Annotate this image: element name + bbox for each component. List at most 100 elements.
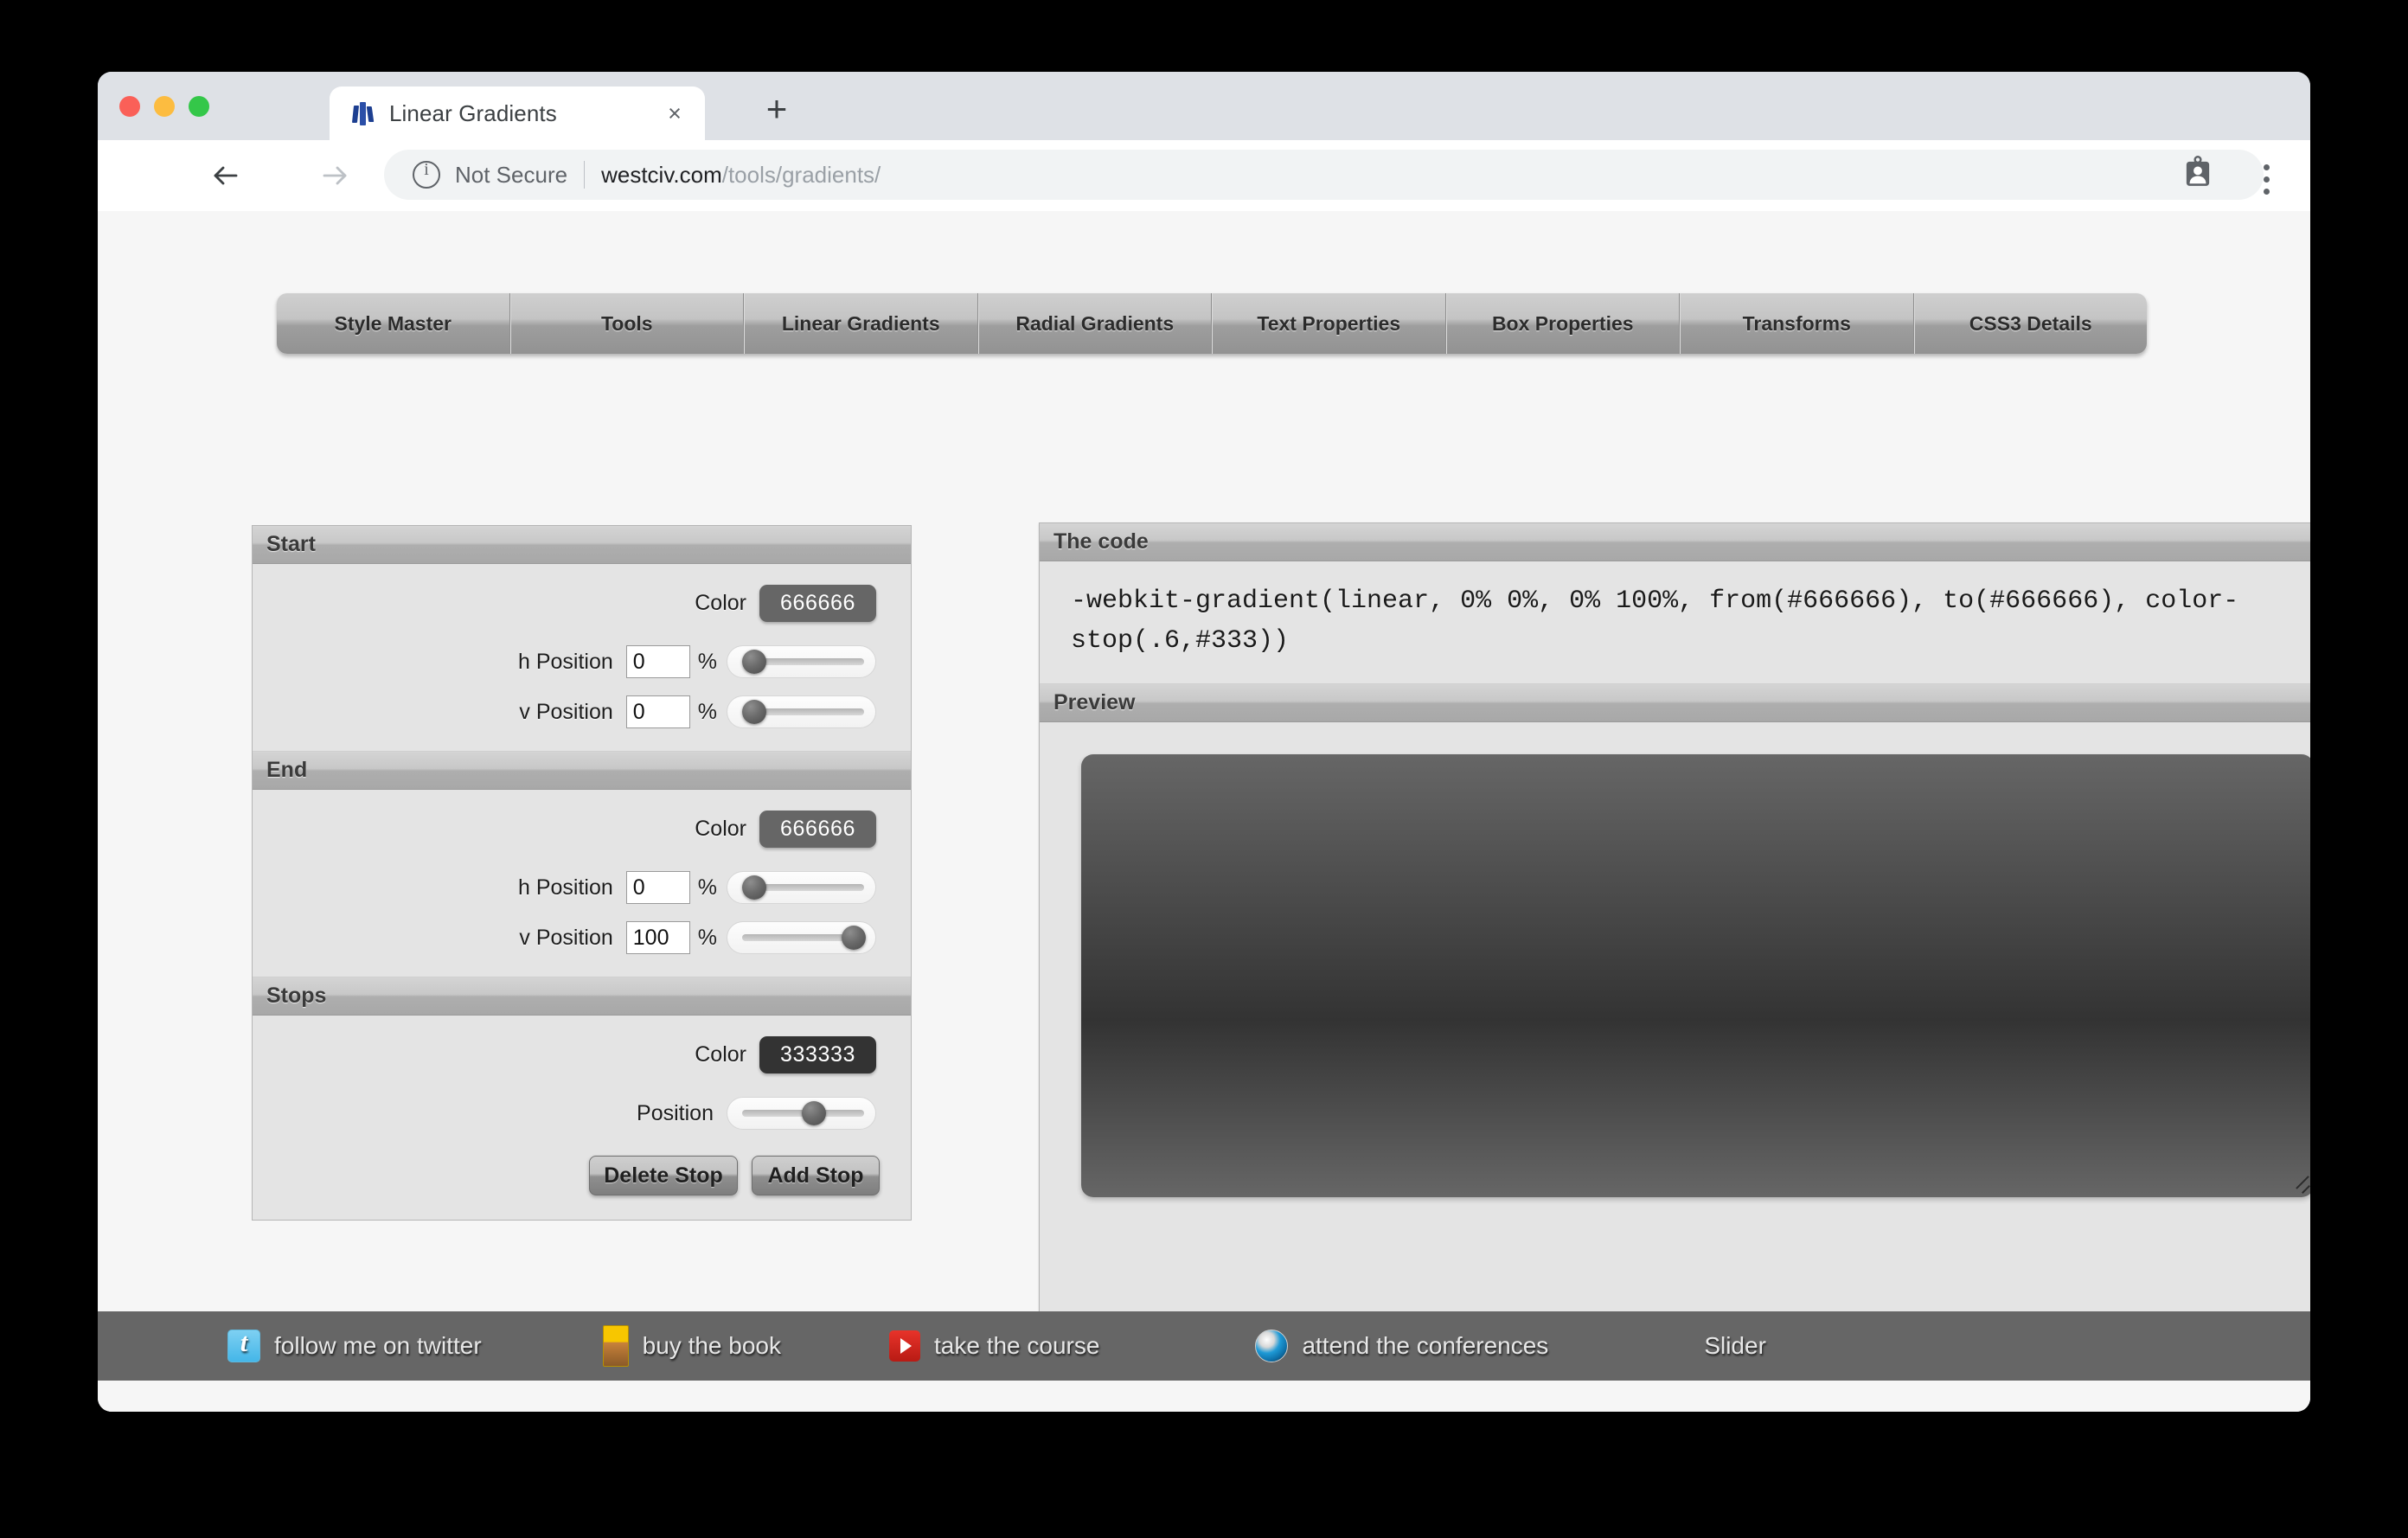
nav-item-box-properties[interactable]: Box Properties: [1445, 293, 1680, 354]
start-h-position-row: h Position 0 %: [253, 645, 911, 678]
start-v-position-input[interactable]: 0: [625, 695, 690, 728]
more-options-icon[interactable]: [2245, 155, 2287, 196]
preview-panel-title: Preview: [1054, 690, 1136, 715]
profile-badge-icon[interactable]: [2180, 155, 2221, 196]
nav-label: Transforms: [1742, 311, 1851, 335]
end-h-position-value: 0: [632, 875, 645, 900]
footer-link-conferences[interactable]: attend the conferences: [1255, 1330, 1548, 1362]
output-column: The code -webkit-gradient(linear, 0% 0%,…: [1039, 522, 2310, 1327]
nav-label: Linear Gradients: [781, 311, 940, 335]
slider-thumb[interactable]: [802, 1101, 826, 1125]
percent-symbol: %: [697, 649, 717, 674]
nav-item-transforms[interactable]: Transforms: [1680, 293, 1914, 354]
nav-label: Box Properties: [1491, 311, 1634, 335]
end-h-position-slider[interactable]: [727, 871, 876, 904]
end-color-value: 666666: [779, 817, 856, 841]
forward-icon[interactable]: [314, 155, 355, 196]
stops-color-value: 333333: [779, 1042, 856, 1067]
twitter-icon: [227, 1327, 260, 1362]
end-panel-header: End: [253, 751, 911, 790]
end-h-position-row: h Position 0 %: [253, 871, 911, 904]
start-h-position-slider[interactable]: [727, 645, 876, 678]
url-host: westciv.com: [601, 161, 722, 188]
nav-item-style-master[interactable]: Style Master: [277, 293, 510, 354]
stops-panel-body: Color 333333 Position Delete Stop Add St…: [253, 1016, 911, 1220]
slider-thumb[interactable]: [742, 650, 766, 674]
stops-color-row: Color 333333: [253, 1036, 911, 1073]
generated-css-code[interactable]: -webkit-gradient(linear, 0% 0%, 0% 100%,…: [1071, 582, 2310, 661]
window-bottom-strip: [98, 1381, 2310, 1412]
nav-item-css3-details[interactable]: CSS3 Details: [1913, 293, 2147, 354]
start-color-swatch[interactable]: 666666: [759, 585, 876, 622]
gradient-settings-panels: Start Color 666666 h Position 0 % v Posi…: [252, 525, 912, 1221]
new-tab-icon[interactable]: +: [759, 91, 794, 127]
end-v-position-value: 100: [632, 925, 669, 950]
end-color-label: Color: [695, 817, 746, 841]
preview-panel-header: Preview: [1040, 683, 2310, 723]
code-and-preview-panel: The code -webkit-gradient(linear, 0% 0%,…: [1039, 522, 2310, 1327]
book-icon: [602, 1325, 629, 1367]
stops-position-slider[interactable]: [727, 1097, 876, 1130]
start-color-label: Color: [695, 591, 746, 615]
footer-link-label: attend the conferences: [1302, 1332, 1549, 1359]
footer-link-twitter[interactable]: follow me on twitter: [227, 1327, 482, 1362]
percent-symbol: %: [697, 875, 717, 900]
delete-stop-label: Delete Stop: [604, 1163, 723, 1188]
slider-thumb[interactable]: [742, 875, 766, 900]
end-color-swatch[interactable]: 666666: [759, 811, 876, 848]
code-panel-body: -webkit-gradient(linear, 0% 0%, 0% 100%,…: [1040, 561, 2310, 684]
delete-stop-button[interactable]: Delete Stop: [589, 1156, 738, 1195]
omnibox-divider: [584, 161, 586, 189]
tab-title: Linear Gradients: [389, 99, 557, 126]
slider-thumb[interactable]: [842, 926, 866, 950]
nav-item-radial-gradients[interactable]: Radial Gradients: [977, 293, 1212, 354]
nav-label: Tools: [600, 311, 653, 335]
footer-link-book[interactable]: buy the book: [602, 1325, 781, 1367]
stops-panel-header: Stops: [253, 977, 911, 1016]
nav-label: Radial Gradients: [1015, 311, 1175, 335]
start-v-position-row: v Position 0 %: [253, 695, 911, 728]
end-v-position-input[interactable]: 100: [625, 921, 690, 954]
end-v-position-slider[interactable]: [727, 921, 876, 954]
nav-item-tools[interactable]: Tools: [509, 293, 744, 354]
close-icon[interactable]: ×: [663, 102, 686, 125]
percent-symbol: %: [697, 699, 717, 724]
nav-label: Text Properties: [1257, 311, 1401, 335]
nav-item-text-properties[interactable]: Text Properties: [1212, 293, 1446, 354]
add-stop-button[interactable]: Add Stop: [752, 1156, 880, 1195]
address-bar[interactable]: Not Secure westciv.com/tools/gradients/: [384, 150, 2264, 200]
controls-column: Start Color 666666 h Position 0 % v Posi…: [252, 525, 912, 1221]
back-icon[interactable]: [205, 155, 247, 196]
gradient-preview-box[interactable]: [1081, 754, 2310, 1198]
stops-buttons-row: Delete Stop Add Stop: [253, 1156, 911, 1195]
video-icon: [888, 1330, 920, 1362]
slider-thumb[interactable]: [742, 700, 766, 724]
browser-tabstrip: Linear Gradients × +: [98, 72, 2310, 140]
window-traffic-lights: [119, 96, 209, 117]
nav-item-linear-gradients[interactable]: Linear Gradients: [744, 293, 978, 354]
end-color-row: Color 666666: [253, 811, 911, 848]
info-icon[interactable]: [413, 160, 440, 189]
end-panel-body: Color 666666 h Position 0 % v Position 1…: [253, 790, 911, 977]
percent-symbol: %: [697, 925, 717, 950]
footer-link-label: buy the book: [642, 1332, 781, 1359]
footer-link-slider[interactable]: Slider: [1704, 1332, 1766, 1360]
start-h-position-input[interactable]: 0: [625, 645, 690, 678]
start-v-position-slider[interactable]: [727, 695, 876, 728]
minimize-window-button[interactable]: [154, 96, 175, 117]
start-color-value: 666666: [779, 591, 856, 615]
maximize-window-button[interactable]: [189, 96, 209, 117]
resize-grip-icon[interactable]: [2292, 1176, 2310, 1195]
footer-link-label: follow me on twitter: [274, 1332, 482, 1359]
stops-position-row: Position: [253, 1097, 911, 1130]
close-window-button[interactable]: [119, 96, 140, 117]
nav-label: Style Master: [334, 311, 452, 335]
site-navigation: Style Master Tools Linear Gradients Radi…: [277, 293, 2147, 354]
end-h-position-input[interactable]: 0: [625, 871, 690, 904]
stops-panel-title: Stops: [266, 984, 327, 1008]
end-v-position-label: v Position: [519, 925, 613, 950]
stops-position-label: Position: [637, 1100, 714, 1125]
browser-tab-active[interactable]: Linear Gradients ×: [330, 87, 705, 140]
stops-color-swatch[interactable]: 333333: [759, 1036, 876, 1073]
footer-link-course[interactable]: take the course: [888, 1330, 1099, 1362]
